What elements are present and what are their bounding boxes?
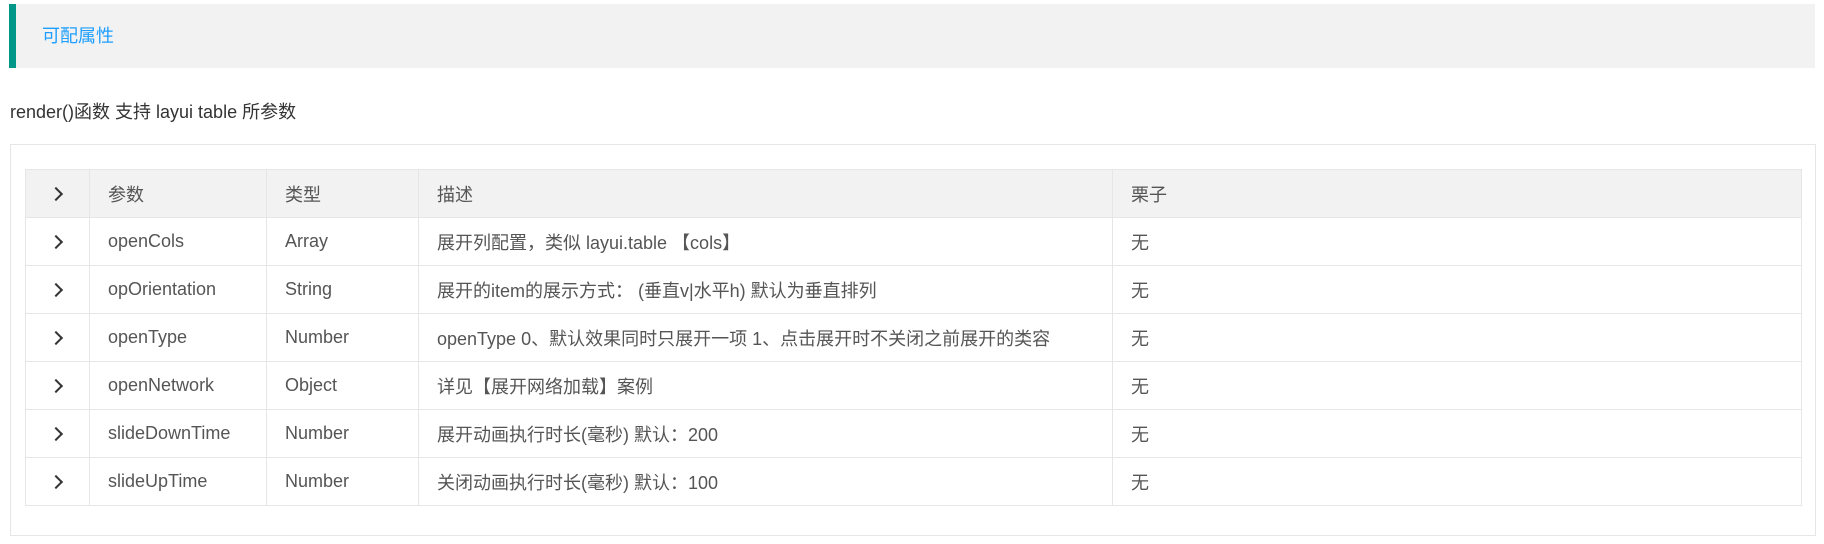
table-row: openType Number openType 0、默认效果同时只展开一项 1… [25, 313, 1802, 362]
cell-type: Array [266, 217, 419, 266]
cell-type: Object [266, 361, 419, 410]
cell-example: 无 [1112, 265, 1802, 314]
cell-param: openCols [89, 217, 267, 266]
table-row: slideDownTime Number 展开动画执行时长(毫秒) 默认：200… [25, 409, 1802, 458]
cell-param: slideDownTime [89, 409, 267, 458]
cell-example: 无 [1112, 313, 1802, 362]
expand-column-header[interactable] [25, 169, 90, 218]
row-expand-toggle[interactable] [25, 409, 90, 458]
cell-desc: openType 0、默认效果同时只展开一项 1、点击展开时不关闭之前展开的类容 [418, 313, 1113, 362]
row-expand-toggle[interactable] [25, 313, 90, 362]
chevron-right-icon [48, 474, 63, 490]
cell-type: Number [266, 409, 419, 458]
table-row: openNetwork Object 详见【展开网络加载】案例 无 [25, 361, 1802, 410]
row-expand-toggle[interactable] [25, 265, 90, 314]
column-header-type: 类型 [266, 169, 419, 218]
cell-desc: 展开列配置，类似 layui.table 【cols】 [418, 217, 1113, 266]
cell-type: Number [266, 313, 419, 362]
column-header-desc: 描述 [418, 169, 1113, 218]
section-title: 可配属性 [42, 26, 114, 46]
column-header-example: 栗子 [1112, 169, 1802, 218]
row-expand-toggle[interactable] [25, 457, 90, 506]
table-row: slideUpTime Number 关闭动画执行时长(毫秒) 默认：100 无 [25, 457, 1802, 506]
cell-type: String [266, 265, 419, 314]
properties-table: 参数 类型 描述 栗子 openCols Array 展开列配置，类似 layu… [25, 169, 1802, 506]
cell-param: openType [89, 313, 267, 362]
cell-example: 无 [1112, 457, 1802, 506]
cell-desc: 展开动画执行时长(毫秒) 默认：200 [418, 409, 1113, 458]
chevron-right-icon [48, 186, 63, 202]
cell-param: openNetwork [89, 361, 267, 410]
chevron-right-icon [48, 234, 63, 250]
column-header-param: 参数 [89, 169, 267, 218]
intro-text: render()函数 支持 layui table 所参数 [10, 102, 297, 122]
properties-panel: 参数 类型 描述 栗子 openCols Array 展开列配置，类似 layu… [10, 144, 1816, 536]
chevron-right-icon [48, 378, 63, 394]
chevron-right-icon [48, 330, 63, 346]
table-row: opOrientation String 展开的item的展示方式： (垂直v|… [25, 265, 1802, 314]
cell-type: Number [266, 457, 419, 506]
cell-example: 无 [1112, 361, 1802, 410]
cell-example: 无 [1112, 409, 1802, 458]
chevron-right-icon [48, 282, 63, 298]
table-header-row: 参数 类型 描述 栗子 [25, 169, 1802, 218]
section-header: 可配属性 [9, 4, 1815, 68]
table-row: openCols Array 展开列配置，类似 layui.table 【col… [25, 217, 1802, 266]
row-expand-toggle[interactable] [25, 217, 90, 266]
cell-desc: 详见【展开网络加载】案例 [418, 361, 1113, 410]
chevron-right-icon [48, 426, 63, 442]
page: 可配属性 render()函数 支持 layui table 所参数 参数 类型… [0, 0, 1824, 544]
cell-desc: 展开的item的展示方式： (垂直v|水平h) 默认为垂直排列 [418, 265, 1113, 314]
row-expand-toggle[interactable] [25, 361, 90, 410]
cell-desc: 关闭动画执行时长(毫秒) 默认：100 [418, 457, 1113, 506]
cell-param: opOrientation [89, 265, 267, 314]
cell-example: 无 [1112, 217, 1802, 266]
cell-param: slideUpTime [89, 457, 267, 506]
